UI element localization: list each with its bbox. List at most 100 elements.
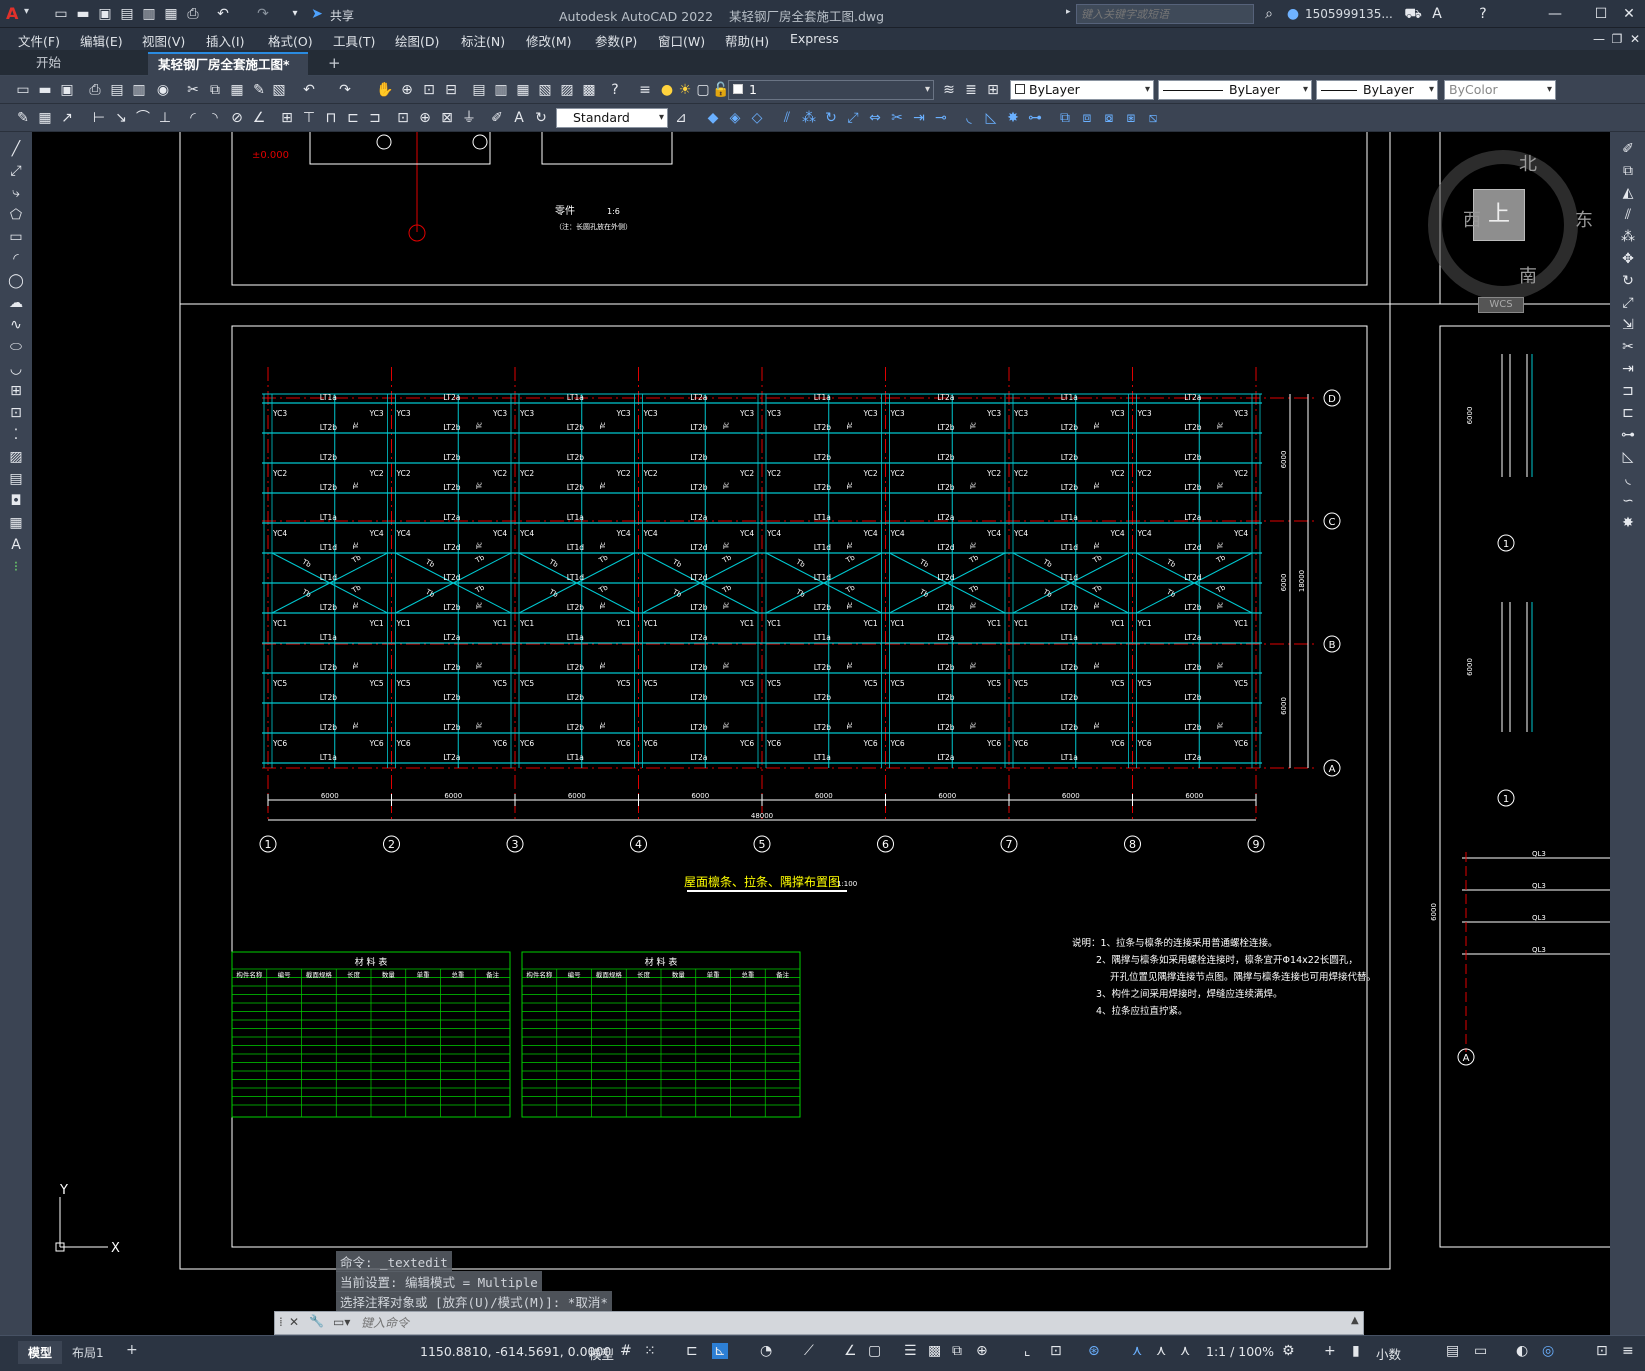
compass-north[interactable]: 北 (1519, 150, 1537, 176)
menu-tools[interactable]: 工具(T) (333, 31, 375, 50)
plotstyle-dropdown[interactable]: ByColor ▾ (1444, 80, 1556, 100)
compass-west[interactable]: 西 (1463, 206, 1481, 232)
tab-start[interactable]: 开始 (26, 52, 71, 76)
grid-icon[interactable]: # (620, 1343, 632, 1359)
plot-icon[interactable]: ⎙ (86, 81, 104, 99)
hatch-back-icon[interactable]: ⧅ (1144, 109, 1162, 127)
help-icon[interactable]: ? (1474, 5, 1492, 23)
tool-palettes-icon[interactable]: ▦ (514, 81, 532, 99)
make-block-icon[interactable]: ⊡ (7, 404, 25, 422)
maximize-icon[interactable]: ☐ (1592, 5, 1610, 23)
redo-icon[interactable]: ↷ (336, 81, 354, 99)
snap-icon[interactable]: ⁙ (644, 1343, 656, 1359)
mirror-icon[interactable]: ◇ (748, 109, 766, 127)
search-arrow-icon[interactable]: ▸ (1066, 7, 1071, 17)
rotate-icon[interactable]: ↻ (1619, 272, 1637, 290)
join-icon[interactable]: ⊶ (1026, 109, 1044, 127)
radius-dim-icon[interactable]: ◜ (184, 109, 202, 127)
autodesk-app-icon[interactable]: A (1428, 5, 1446, 23)
paste-icon[interactable]: ▦ (228, 81, 246, 99)
send-back-icon[interactable]: ⧇ (1100, 109, 1118, 127)
add-layout-icon[interactable]: + (126, 1342, 138, 1358)
tolerance-icon[interactable]: ⊡ (394, 109, 412, 127)
chamfer-icon[interactable]: ◺ (982, 109, 1000, 127)
close-icon[interactable]: ✕ (1620, 5, 1638, 23)
explode-icon[interactable]: ✸ (1619, 514, 1637, 532)
menu-express[interactable]: Express (790, 31, 839, 46)
auto-scale-icon[interactable]: ⋏ (1156, 1343, 1166, 1359)
inspect-icon[interactable]: ⊠ (438, 109, 456, 127)
layer-match-icon[interactable]: ≣ (962, 81, 980, 99)
layer-viewport-icon[interactable]: ▢ (694, 81, 712, 99)
app-menu-chevron-icon[interactable]: ▾ (24, 6, 29, 17)
arc-icon[interactable]: ◜ (7, 250, 25, 268)
dim-style-icon[interactable]: ⊿ (672, 109, 690, 127)
copy-icon[interactable]: ⧉ (206, 81, 224, 99)
add-selected-icon[interactable]: ⁝ (7, 558, 25, 576)
block-editor-icon[interactable]: ▧ (270, 81, 288, 99)
center-mark-icon[interactable]: ⊕ (416, 109, 434, 127)
help-icon[interactable]: ? (606, 81, 624, 99)
copy-icon[interactable]: ⧉ (1619, 162, 1637, 180)
open-file-icon[interactable]: ▬ (74, 5, 92, 23)
linetype-dropdown[interactable]: ByLayer ▾ (1158, 80, 1312, 100)
construction-line-icon[interactable]: ⤢ (7, 162, 25, 180)
new-tab-button[interactable]: + (318, 52, 351, 76)
spline-icon[interactable]: ∿ (7, 316, 25, 334)
annotation-monitor-icon[interactable]: + (1324, 1343, 1336, 1359)
selection-filter-icon[interactable]: ⊡ (1050, 1343, 1062, 1359)
array-icon[interactable]: ⁂ (1619, 228, 1637, 246)
polygon-icon[interactable]: ⬠ (7, 206, 25, 224)
continue-dim-icon[interactable]: ⊓ (322, 109, 340, 127)
break-icon[interactable]: ⊸ (932, 109, 950, 127)
multileader-style-icon[interactable]: ↗ (58, 109, 76, 127)
cart-icon[interactable]: ⛟ (1404, 5, 1422, 23)
clean-screen-icon[interactable]: ⊡ (1596, 1343, 1608, 1359)
save-icon[interactable]: ▣ (96, 5, 114, 23)
region-icon[interactable]: ◘ (7, 492, 25, 510)
aligned-dim-icon[interactable]: ↘ (112, 109, 130, 127)
sheet-set-icon[interactable]: ▧ (536, 81, 554, 99)
fillet-icon[interactable]: ◟ (1619, 470, 1637, 488)
layer-freeze-icon[interactable]: ☀ (676, 81, 694, 99)
object-snap-icon[interactable]: ▢ (868, 1343, 881, 1359)
move-icon[interactable]: ✥ (1619, 250, 1637, 268)
copy-object-icon[interactable]: ◈ (726, 109, 744, 127)
undo-icon[interactable]: ↶ (214, 5, 232, 23)
compass-south[interactable]: 南 (1519, 262, 1537, 288)
dim-break-icon[interactable]: ⊐ (366, 109, 384, 127)
menu-edit[interactable]: 编辑(E) (80, 31, 123, 50)
cut-icon[interactable]: ✂ (184, 81, 202, 99)
point-icon[interactable]: ⁚ (7, 426, 25, 444)
layer-dropdown[interactable]: 1 ▾ (728, 80, 934, 100)
hatch-icon[interactable]: ▨ (7, 448, 25, 466)
revision-cloud-icon[interactable]: ☁ (7, 294, 25, 312)
make-current-layer-icon[interactable]: ≋ (940, 81, 958, 99)
wcs-menu[interactable]: WCS (1478, 297, 1524, 313)
units-value[interactable]: 小数 (1376, 1344, 1401, 1363)
doc-minimize-icon[interactable]: — (1590, 30, 1608, 48)
isodraft-icon[interactable]: ⟋ (804, 1343, 814, 1359)
table-style-icon[interactable]: ▦ (36, 109, 54, 127)
erase-icon[interactable]: ✐ (1619, 140, 1637, 158)
ortho-icon[interactable]: ⊾ (712, 1343, 728, 1359)
markup-icon[interactable]: ▨ (558, 81, 576, 99)
calculator-icon[interactable]: ▩ (580, 81, 598, 99)
units-icon[interactable]: ▮ (1352, 1343, 1360, 1359)
annotation-scale[interactable]: 1:1 / 100% (1206, 1344, 1274, 1359)
compass-east[interactable]: 东 (1575, 206, 1593, 232)
user-icon[interactable]: ● (1284, 5, 1302, 23)
table-icon[interactable]: ▦ (7, 514, 25, 532)
command-line[interactable]: ⁞ ✕ 🔧 ▭▾ ▲ (274, 1311, 1364, 1335)
offset-icon[interactable]: ⫽ (778, 109, 796, 127)
doc-close-icon[interactable]: ✕ (1626, 30, 1644, 48)
menu-dimension[interactable]: 标注(N) (461, 31, 505, 50)
command-input[interactable] (361, 1314, 1351, 1332)
gizmo-icon[interactable]: ⊛ (1088, 1343, 1100, 1359)
workspace-icon[interactable]: ⚙ (1282, 1343, 1295, 1359)
menu-modify[interactable]: 修改(M) (526, 31, 572, 50)
qat-dropdown-icon[interactable]: ▾ (286, 5, 304, 23)
minimize-icon[interactable]: — (1546, 5, 1564, 23)
new-icon[interactable]: ▭ (14, 81, 32, 99)
undo-icon[interactable]: ↶ (300, 81, 318, 99)
